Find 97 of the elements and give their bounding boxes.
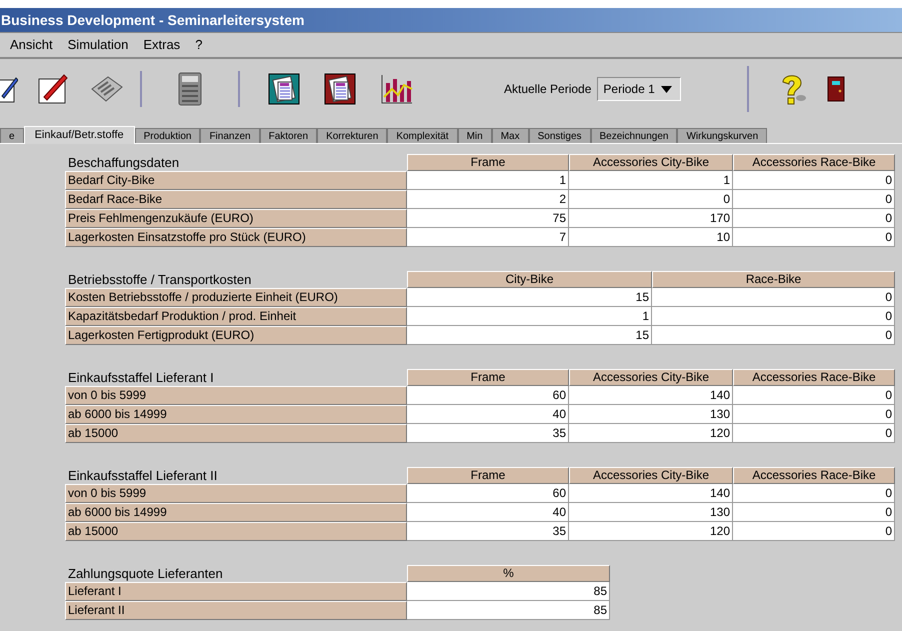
table-cell[interactable]: 0 [733, 424, 895, 443]
row-label: Kosten Betriebsstoffe / produzierte Einheit (EURO) [65, 288, 407, 307]
table-cell[interactable]: 75 [407, 209, 569, 228]
menu-item[interactable]: ? [195, 35, 202, 55]
tab[interactable]: Korrekturen [317, 128, 388, 143]
row-label: Preis Fehlmengenzukäufe (EURO) [65, 209, 407, 228]
row-label: Kapazitätsbedarf Produktion / prod. Einheit [65, 307, 407, 326]
row-label: Bedarf City-Bike [65, 171, 407, 190]
tab[interactable]: Produktion [134, 128, 200, 143]
column-header: Accessories City-Bike [569, 369, 733, 386]
row-label: Bedarf Race-Bike [65, 190, 407, 209]
row-label: Lagerkosten Fertigprodukt (EURO) [65, 326, 407, 345]
table-cell[interactable]: 0 [652, 307, 895, 326]
table-cell[interactable]: 1 [569, 171, 733, 190]
keyboard-icon[interactable] [90, 75, 124, 103]
table-cell[interactable]: 15 [407, 326, 652, 345]
door-icon[interactable] [827, 76, 846, 102]
column-header: Accessories Race-Bike [733, 369, 895, 386]
column-header: Frame [407, 154, 569, 171]
column-header: Accessories City-Bike [569, 467, 733, 484]
tab[interactable]: Sonstiges [528, 128, 591, 143]
caret-icon [660, 86, 672, 92]
table-cell[interactable]: 40 [407, 503, 569, 522]
tab[interactable]: e [0, 128, 24, 143]
table-cell[interactable]: 35 [407, 424, 569, 443]
table-cell[interactable]: 0 [733, 209, 895, 228]
column-header: Accessories Race-Bike [733, 154, 895, 171]
menu-item[interactable]: Ansicht [10, 35, 53, 55]
table-cell[interactable]: 170 [569, 209, 733, 228]
tab[interactable]: Max [492, 128, 529, 143]
table-cell[interactable]: 0 [733, 503, 895, 522]
row-label: ab 15000 [65, 522, 407, 541]
column-header: Accessories Race-Bike [733, 467, 895, 484]
tab[interactable]: Einkauf/Betr.stoffe [24, 126, 135, 144]
table-cell[interactable]: 60 [407, 386, 569, 405]
table-cell[interactable]: 10 [569, 228, 733, 247]
period-dropdown[interactable]: Periode 1 [597, 77, 682, 101]
table-cell[interactable]: 85 [407, 601, 610, 620]
table-cell[interactable]: 60 [407, 484, 569, 503]
document-icon[interactable] [268, 73, 300, 105]
row-label: Lagerkosten Einsatzstoffe pro Stück (EURO) [65, 228, 407, 247]
table-cell[interactable]: 0 [569, 190, 733, 209]
tab[interactable]: Komplexität [387, 128, 458, 143]
table-cell[interactable]: 1 [407, 171, 569, 190]
tab[interactable]: Min [458, 128, 492, 143]
table-cell[interactable]: 1 [407, 307, 652, 326]
table-cell[interactable]: 0 [733, 386, 895, 405]
menu-item[interactable]: Simulation [68, 35, 128, 55]
tab[interactable]: Finanzen [200, 128, 260, 143]
table-cell[interactable]: 0 [652, 326, 895, 345]
row-label: Lieferant I [65, 582, 407, 601]
table-cell[interactable]: 0 [733, 171, 895, 190]
row-label: von 0 bis 5999 [65, 484, 407, 503]
tab[interactable]: Faktoren [260, 128, 318, 143]
menu-item[interactable]: Extras [143, 35, 180, 55]
table-cell[interactable]: 15 [407, 288, 652, 307]
table-cell[interactable]: 0 [733, 228, 895, 247]
table-cell[interactable]: 130 [569, 405, 733, 424]
table-cell[interactable]: 130 [569, 503, 733, 522]
chart-icon[interactable] [380, 73, 414, 105]
row-label: ab 15000 [65, 424, 407, 443]
table-cell[interactable]: 2 [407, 190, 569, 209]
column-header: Frame [407, 369, 569, 386]
table-cell[interactable]: 140 [569, 484, 733, 503]
section-title: Zahlungsquote Lieferanten [67, 565, 224, 582]
section-title: Betriebsstoffe / Transportkosten [67, 271, 252, 288]
table-cell[interactable]: 0 [733, 190, 895, 209]
column-header: Frame [407, 467, 569, 484]
period-label: Aktuelle Periode [504, 81, 592, 98]
column-header: Race-Bike [652, 271, 895, 288]
table-cell[interactable]: 0 [733, 522, 895, 541]
table-cell[interactable]: 0 [733, 405, 895, 424]
window-title: Business Development - Seminarleitersystem [0, 10, 304, 30]
table-cell[interactable]: 120 [569, 522, 733, 541]
table-cell[interactable]: 40 [407, 405, 569, 424]
tab[interactable]: Wirkungskurven [677, 128, 768, 143]
table-cell[interactable]: 0 [652, 288, 895, 307]
row-label: ab 6000 bis 14999 [65, 405, 407, 424]
calculator-icon[interactable] [178, 72, 202, 106]
row-label: von 0 bis 5999 [65, 386, 407, 405]
table-cell[interactable]: 140 [569, 386, 733, 405]
table-cell[interactable]: 35 [407, 522, 569, 541]
pencil-icon[interactable] [38, 73, 70, 105]
section-title: Einkaufsstaffel Lieferant I [67, 369, 215, 386]
section-title: Einkaufsstaffel Lieferant II [67, 467, 218, 484]
table-cell[interactable]: 120 [569, 424, 733, 443]
row-label: Lieferant II [65, 601, 407, 620]
section-title: Beschaffungsdaten [67, 154, 180, 171]
row-label: ab 6000 bis 14999 [65, 503, 407, 522]
document-icon[interactable] [324, 73, 356, 105]
column-header: % [407, 565, 610, 582]
tab[interactable]: Bezeichnungen [590, 128, 678, 143]
table-cell[interactable]: 85 [407, 582, 610, 601]
column-header: City-Bike [407, 271, 652, 288]
column-header: Accessories City-Bike [569, 154, 733, 171]
table-cell[interactable]: 7 [407, 228, 569, 247]
table-cell[interactable]: 0 [733, 484, 895, 503]
